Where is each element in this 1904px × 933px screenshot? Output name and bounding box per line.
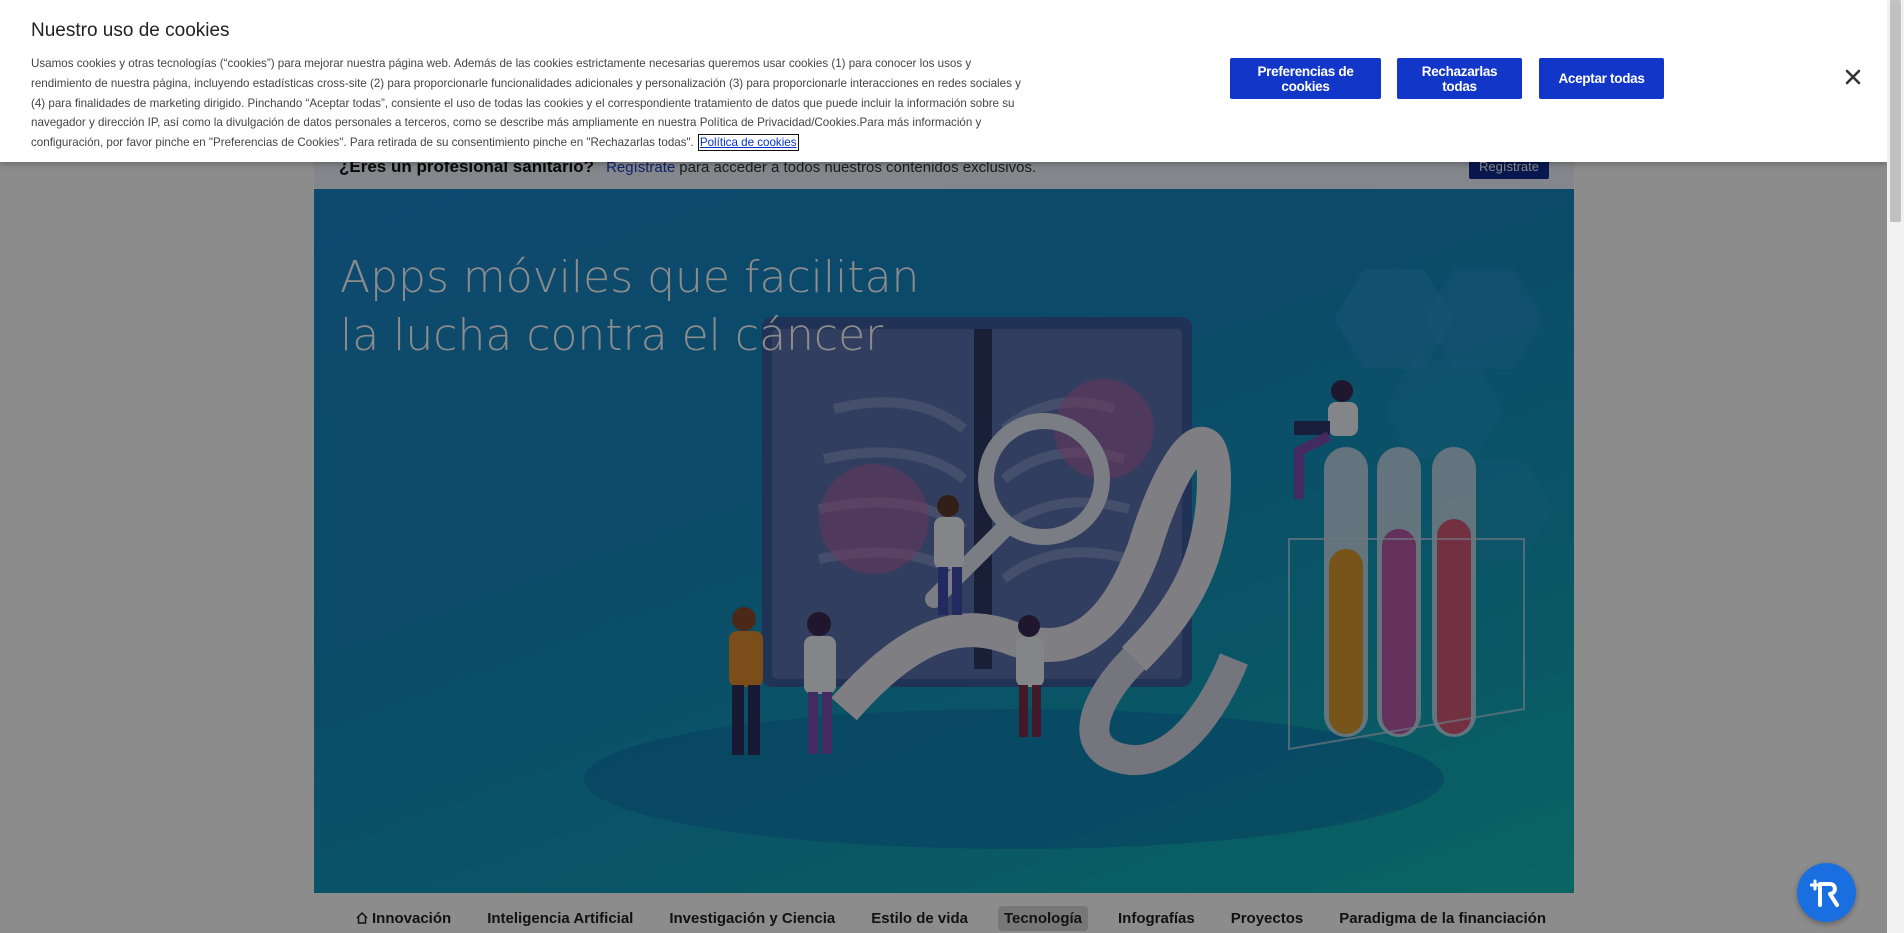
cookie-policy-link[interactable]: Política de cookies <box>697 134 799 152</box>
cookie-text: Usamos cookies y otras tecnologías (“coo… <box>31 57 1021 150</box>
cookie-banner: Nuestro uso de cookies Usamos cookies y … <box>0 0 1887 162</box>
cookie-title: Nuestro uso de cookies <box>31 20 230 41</box>
close-icon[interactable] <box>1842 66 1864 88</box>
scrollbar-thumb[interactable] <box>1890 0 1901 222</box>
accessibility-widget-button[interactable] <box>1797 863 1856 922</box>
cookie-preferences-button[interactable]: Preferencias de cookies <box>1230 58 1381 99</box>
vertical-scrollbar[interactable] <box>1887 0 1904 933</box>
cookie-description: Usamos cookies y otras tecnologías (“coo… <box>31 54 1021 153</box>
reject-all-button[interactable]: Rechazarlas todas <box>1397 58 1522 99</box>
accept-all-button[interactable]: Aceptar todas <box>1539 58 1664 99</box>
widget-icon <box>1809 879 1839 907</box>
